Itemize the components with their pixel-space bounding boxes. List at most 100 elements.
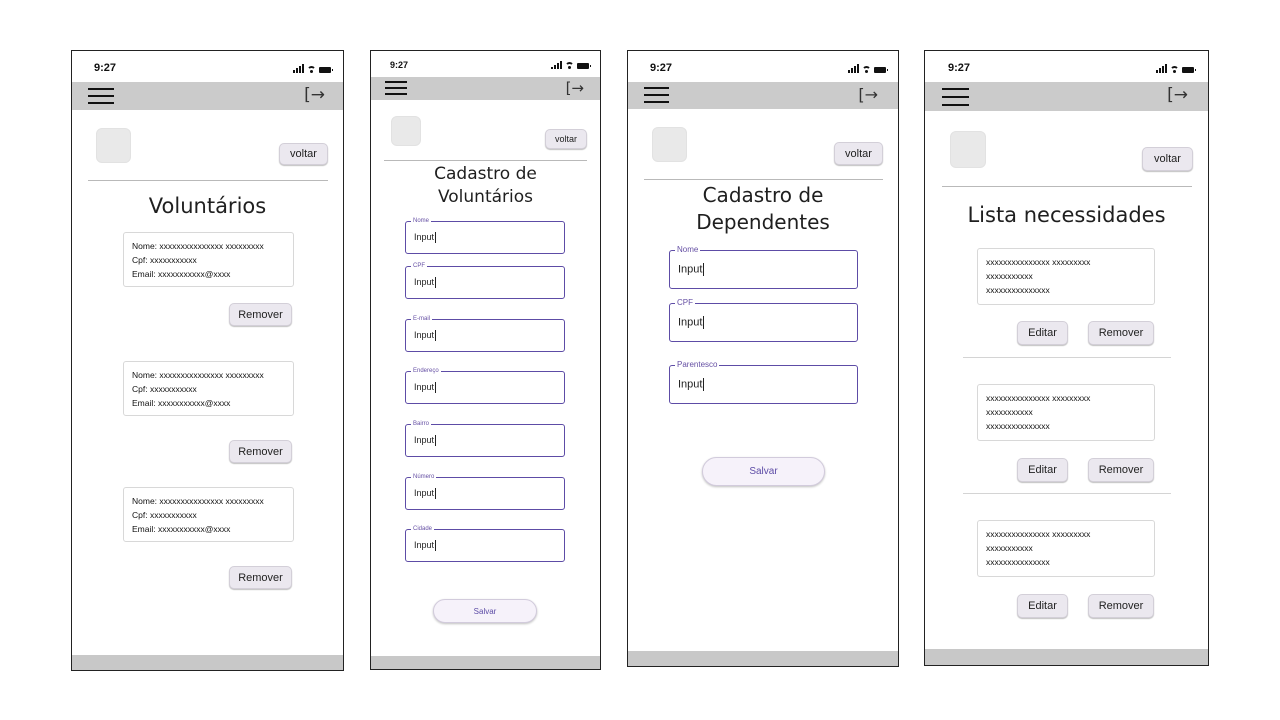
volunteer-cpf: Cpf: xxxxxxxxxxx xyxy=(132,510,197,520)
app-bar: [→ xyxy=(72,82,343,110)
signal-icon xyxy=(293,64,304,73)
page-title-line-1: Cadastro de xyxy=(434,164,537,184)
save-button[interactable]: Salvar xyxy=(433,599,537,623)
hamburger-menu-icon[interactable] xyxy=(942,87,969,107)
divider xyxy=(942,186,1192,187)
field-value: Input xyxy=(414,488,437,500)
logout-icon[interactable]: [→ xyxy=(858,85,878,104)
field-label: CPF xyxy=(411,262,427,270)
divider xyxy=(644,179,883,180)
status-time: 9:27 xyxy=(94,62,117,74)
page-title-line-2: Dependentes xyxy=(696,210,830,234)
save-button[interactable]: Salvar xyxy=(702,457,825,486)
back-button[interactable]: voltar xyxy=(545,129,587,149)
remove-button[interactable]: Remover xyxy=(229,303,292,326)
need-line: xxxxxxxxxxx xyxy=(986,407,1033,417)
logout-icon[interactable]: [→ xyxy=(1167,85,1188,105)
need-card: xxxxxxxxxxxxxxx xxxxxxxxx xxxxxxxxxxx xx… xyxy=(977,520,1155,577)
field-label: Nome xyxy=(675,245,701,255)
wifi-icon xyxy=(862,66,871,73)
app-bar: [→ xyxy=(925,82,1208,111)
field-value: Input xyxy=(414,330,437,342)
address-field[interactable]: Endereço Input xyxy=(405,367,565,404)
name-field[interactable]: Nome Input xyxy=(669,245,858,289)
volunteer-name: Nome: xxxxxxxxxxxxxxx xxxxxxxxx xyxy=(132,496,264,506)
status-time: 9:27 xyxy=(390,60,409,70)
divider xyxy=(963,357,1171,358)
edit-button[interactable]: Editar xyxy=(1017,594,1068,618)
field-value: Input xyxy=(414,232,437,244)
avatar xyxy=(391,116,421,146)
hamburger-menu-icon[interactable] xyxy=(88,86,114,106)
field-value: Input xyxy=(414,540,437,552)
wifi-icon xyxy=(1170,66,1179,73)
page-title: Voluntários xyxy=(148,194,267,218)
page-title: Cadastro de Dependentes xyxy=(628,182,898,236)
page-title-line-1: Cadastro de xyxy=(702,183,824,207)
status-bar: 9:27 xyxy=(371,51,600,77)
neighborhood-field[interactable]: Bairro Input xyxy=(405,420,565,457)
email-field[interactable]: E-mail Input xyxy=(405,315,565,352)
need-line: xxxxxxxxxxxxxxx xyxy=(986,421,1050,431)
edit-button[interactable]: Editar xyxy=(1017,458,1068,482)
remove-button[interactable]: Remover xyxy=(1088,321,1154,345)
back-button[interactable]: voltar xyxy=(279,143,328,165)
phone-screen-cadastro-voluntarios: 9:27 [→ voltar Cadastro de Voluntários N… xyxy=(370,50,601,670)
app-bar: [→ xyxy=(628,82,898,109)
status-bar: 9:27 xyxy=(628,51,898,82)
status-icons xyxy=(1156,64,1196,73)
field-value: Input xyxy=(678,378,705,391)
battery-icon xyxy=(1182,67,1196,73)
footer-bar xyxy=(628,651,898,666)
edit-button[interactable]: Editar xyxy=(1017,321,1068,345)
battery-icon xyxy=(319,67,333,73)
remove-button[interactable]: Remover xyxy=(1088,458,1154,482)
back-button[interactable]: voltar xyxy=(1142,147,1193,171)
city-field[interactable]: Cidade Input xyxy=(405,525,565,562)
field-value: Input xyxy=(414,382,437,394)
app-bar: [→ xyxy=(371,77,600,100)
need-card: xxxxxxxxxxxxxxx xxxxxxxxx xxxxxxxxxxx xx… xyxy=(977,384,1155,441)
need-line: xxxxxxxxxxxxxxx xxxxxxxxx xyxy=(986,529,1091,539)
field-value: Input xyxy=(678,316,705,329)
remove-button[interactable]: Remover xyxy=(229,566,292,589)
phone-screen-voluntarios: 9:27 [→ voltar Voluntários Nome: xxxxxxx… xyxy=(71,50,344,671)
divider xyxy=(963,493,1171,494)
remove-button[interactable]: Remover xyxy=(1088,594,1154,618)
back-button[interactable]: voltar xyxy=(834,142,883,165)
field-label: Número xyxy=(411,473,437,481)
volunteer-name: Nome: xxxxxxxxxxxxxxx xxxxxxxxx xyxy=(132,241,264,251)
volunteer-email: Email: xxxxxxxxxxx@xxxx xyxy=(132,524,231,534)
number-field[interactable]: Número Input xyxy=(405,473,565,510)
hamburger-menu-icon[interactable] xyxy=(644,86,669,105)
status-icons xyxy=(848,64,888,73)
cpf-field[interactable]: CPF Input xyxy=(669,298,858,342)
logout-icon[interactable]: [→ xyxy=(566,79,584,97)
need-line: xxxxxxxxxxxxxxx xxxxxxxxx xyxy=(986,257,1091,267)
field-label: Endereço xyxy=(411,367,441,375)
battery-icon xyxy=(577,63,591,69)
name-field[interactable]: Nome Input xyxy=(405,217,565,254)
need-line: xxxxxxxxxxx xyxy=(986,543,1033,553)
logout-icon[interactable]: [→ xyxy=(304,85,325,105)
remove-button[interactable]: Remover xyxy=(229,440,292,463)
status-bar: 9:27 xyxy=(925,51,1208,82)
volunteer-cpf: Cpf: xxxxxxxxxxx xyxy=(132,384,197,394)
hamburger-menu-icon[interactable] xyxy=(385,80,407,97)
signal-icon xyxy=(1156,64,1167,73)
need-line: xxxxxxxxxxxxxxx xxxxxxxxx xyxy=(986,393,1091,403)
battery-icon xyxy=(874,67,888,73)
avatar xyxy=(96,128,131,163)
status-time: 9:27 xyxy=(948,62,971,74)
avatar xyxy=(652,127,687,162)
signal-icon xyxy=(551,61,562,69)
status-icons xyxy=(551,61,591,69)
field-label: Cidade xyxy=(411,525,435,533)
phone-screen-cadastro-dependentes: 9:27 [→ voltar Cadastro de Dependentes N… xyxy=(627,50,899,667)
cpf-field[interactable]: CPF Input xyxy=(405,262,565,299)
need-card: xxxxxxxxxxxxxxx xxxxxxxxx xxxxxxxxxxx xx… xyxy=(977,248,1155,305)
volunteer-card: Nome: xxxxxxxxxxxxxxx xxxxxxxxx Cpf: xxx… xyxy=(123,232,294,287)
field-label: Bairro xyxy=(411,420,432,428)
relationship-field[interactable]: Parentesco Input xyxy=(669,360,858,404)
field-value: Input xyxy=(678,263,705,276)
